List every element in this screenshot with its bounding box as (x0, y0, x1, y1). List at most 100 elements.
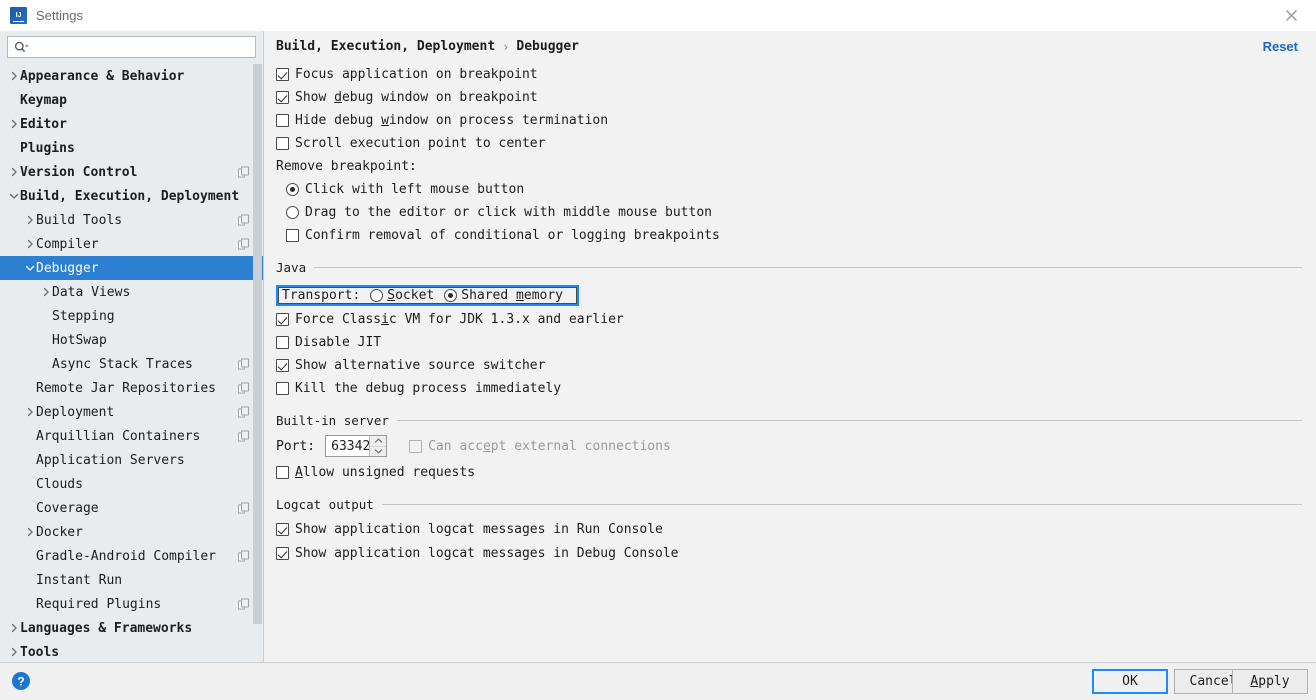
confirm-removal-checkbox[interactable] (286, 229, 299, 242)
click-left-mouse-radio[interactable] (286, 183, 299, 196)
copy-settings-icon[interactable] (238, 406, 249, 418)
sidebar-item-async-stack-traces[interactable]: Async Stack Traces (0, 352, 263, 376)
option-row-show-alternative-source-switcher[interactable]: Show alternative source switcher (276, 354, 1302, 377)
sidebar-item-coverage[interactable]: Coverage (0, 496, 263, 520)
close-icon[interactable] (1274, 0, 1308, 30)
apply-button[interactable]: Apply (1232, 669, 1308, 694)
sidebar-item-keymap[interactable]: Keymap (0, 88, 263, 112)
copy-settings-icon[interactable] (238, 214, 249, 226)
sidebar-item-arquillian-containers[interactable]: Arquillian Containers (0, 424, 263, 448)
logcat-debug-console-checkbox[interactable] (276, 546, 289, 560)
shared-memory-label: Shared memory (461, 288, 564, 303)
focus-application-on-breakpoint-checkbox[interactable] (276, 68, 289, 81)
sidebar-item-required-plugins[interactable]: Required Plugins (0, 592, 263, 616)
sidebar-item-editor[interactable]: Editor (0, 112, 263, 136)
sidebar-item-docker[interactable]: Docker (0, 520, 263, 544)
copy-settings-icon[interactable] (238, 382, 249, 394)
option-row-logcat-debug-console[interactable]: Show application logcat messages in Debu… (276, 541, 1302, 565)
scroll-execution-point-to-center-checkbox[interactable] (276, 137, 289, 150)
sidebar-item-tools[interactable]: Tools (0, 640, 263, 662)
focus-application-on-breakpoint-label: Focus application on breakpoint (295, 67, 538, 82)
disable-jit-checkbox[interactable] (276, 336, 289, 349)
chevron-right-icon[interactable] (7, 70, 20, 83)
breadcrumb-root[interactable]: Build, Execution, Deployment (276, 39, 495, 54)
sidebar-item-instant-run[interactable]: Instant Run (0, 568, 263, 592)
transport-highlighted-row[interactable]: Transport: Socket Shared memory (276, 285, 580, 306)
help-question-icon[interactable]: ? (11, 671, 31, 691)
tree-scrollbar[interactable] (253, 64, 262, 660)
socket-radio[interactable] (370, 289, 384, 302)
port-decrement-icon[interactable] (370, 447, 386, 457)
option-row-logcat-run-console[interactable]: Show application logcat messages in Run … (276, 517, 1302, 541)
sidebar-item-build-execution-deployment[interactable]: Build, Execution, Deployment (0, 184, 263, 208)
search-input[interactable] (32, 40, 232, 54)
option-row-show-debug-window-on-breakpoint[interactable]: Show debug window on breakpoint (276, 86, 1302, 109)
allow-unsigned-row[interactable]: Allow unsigned requests (276, 461, 1302, 484)
sidebar-item-remote-jar-repositories[interactable]: Remote Jar Repositories (0, 376, 263, 400)
option-row-scroll-execution-point-to-center[interactable]: Scroll execution point to center (276, 132, 1302, 155)
chevron-down-icon[interactable] (23, 262, 36, 275)
force-classic-vm-for-jdk-1-3-x-and-earlier-checkbox[interactable] (276, 313, 289, 326)
chevron-down-icon[interactable] (7, 190, 20, 203)
shared-memory-radio[interactable] (444, 289, 458, 302)
port-increment-icon[interactable] (370, 436, 387, 447)
copy-settings-icon[interactable] (238, 598, 249, 610)
option-row-force-classic-vm-for-jdk-1-3-x-and-earlier[interactable]: Force Classic VM for JDK 1.3.x and earli… (276, 308, 1302, 331)
copy-settings-icon[interactable] (238, 430, 249, 442)
copy-settings-icon[interactable] (238, 550, 249, 562)
chevron-right-icon[interactable] (23, 238, 36, 251)
option-row-focus-application-on-breakpoint[interactable]: Focus application on breakpoint (276, 63, 1302, 86)
transport-option-socket[interactable]: Socket (370, 288, 434, 303)
option-row-kill-the-debug-process-immediately[interactable]: Kill the debug process immediately (276, 377, 1302, 400)
sidebar-item-debugger[interactable]: Debugger (0, 256, 263, 280)
ok-button[interactable]: OK (1092, 669, 1168, 694)
sidebar-item-version-control[interactable]: Version Control (0, 160, 263, 184)
settings-tree[interactable]: Appearance & Behavior Keymap Editor Plugins… (0, 64, 263, 662)
copy-settings-icon[interactable] (238, 358, 249, 370)
chevron-right-icon[interactable] (7, 166, 20, 179)
chevron-right-icon[interactable] (23, 406, 36, 419)
logcat-run-console-checkbox[interactable] (276, 522, 289, 536)
transport-option-shared-memory[interactable]: Shared memory (444, 288, 563, 303)
chevron-right-icon[interactable] (7, 646, 20, 659)
allow-unsigned-checkbox[interactable] (276, 466, 289, 479)
option-row-disable-jit[interactable]: Disable JIT (276, 331, 1302, 354)
sidebar-item-build-tools[interactable]: Build Tools (0, 208, 263, 232)
sidebar-item-plugins[interactable]: Plugins (0, 136, 263, 160)
copy-settings-icon[interactable] (238, 166, 249, 178)
sidebar-item-hotswap[interactable]: HotSwap (0, 328, 263, 352)
copy-settings-icon[interactable] (238, 502, 249, 514)
copy-settings-icon[interactable] (238, 238, 249, 250)
sidebar-item-appearance-behavior[interactable]: Appearance & Behavior (0, 64, 263, 88)
chevron-right-icon[interactable] (7, 622, 20, 635)
sidebar-item-compiler[interactable]: Compiler (0, 232, 263, 256)
sidebar-item-languages-frameworks[interactable]: Languages & Frameworks (0, 616, 263, 640)
chevron-right-icon[interactable] (23, 526, 36, 539)
search-field[interactable] (7, 36, 256, 58)
sidebar-item-application-servers[interactable]: Application Servers (0, 448, 263, 472)
confirm-removal-row[interactable]: Confirm removal of conditional or loggin… (276, 224, 1302, 247)
reset-link[interactable]: Reset (1263, 39, 1298, 54)
port-stepper[interactable] (369, 436, 387, 457)
port-input[interactable] (326, 436, 370, 456)
sidebar-item-stepping[interactable]: Stepping (0, 304, 263, 328)
tree-scrollbar-thumb[interactable] (253, 64, 262, 624)
sidebar-item-clouds[interactable]: Clouds (0, 472, 263, 496)
option-row-hide-debug-window-on-process-termination[interactable]: Hide debug window on process termination (276, 109, 1302, 132)
show-alternative-source-switcher-checkbox[interactable] (276, 359, 289, 372)
chevron-right-icon[interactable] (23, 214, 36, 227)
show-debug-window-on-breakpoint-checkbox[interactable] (276, 91, 289, 104)
chevron-right-icon[interactable] (39, 286, 52, 299)
option-row-drag-or-middle-mouse[interactable]: Drag to the editor or click with middle … (276, 201, 1302, 224)
option-row-click-left-mouse[interactable]: Click with left mouse button (276, 178, 1302, 201)
sidebar-item-label: Tools (20, 644, 60, 660)
sidebar-item-gradle-android-compiler[interactable]: Gradle-Android Compiler (0, 544, 263, 568)
sidebar-item-data-views[interactable]: Data Views (0, 280, 263, 304)
chevron-right-icon[interactable] (7, 118, 20, 131)
hide-debug-window-on-process-termination-checkbox[interactable] (276, 114, 289, 127)
port-spinner[interactable] (325, 435, 388, 457)
sidebar-item-label: Clouds (36, 476, 83, 492)
drag-or-middle-mouse-radio[interactable] (286, 206, 299, 219)
kill-the-debug-process-immediately-checkbox[interactable] (276, 382, 289, 395)
sidebar-item-deployment[interactable]: Deployment (0, 400, 263, 424)
